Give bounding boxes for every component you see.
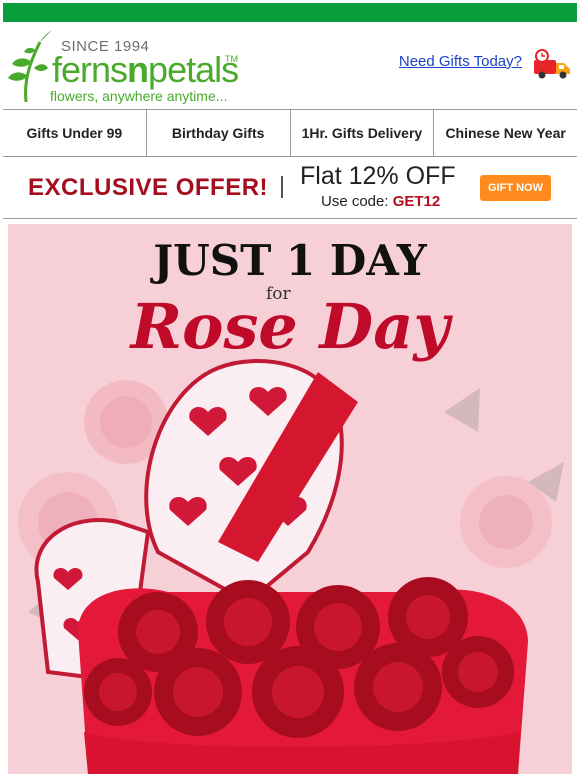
logo-tagline: flowers, anywhere anytime... (50, 88, 228, 104)
exclusive-offer-heading: EXCLUSIVE OFFER! (28, 174, 269, 201)
fernsnpetals-logo[interactable]: SINCE 1994 fernsnpetals TM flowers, anyw… (6, 28, 246, 104)
logo-wordmark: fernsnpetals (52, 49, 239, 90)
rose-day-banner[interactable]: JUST 1 DAY for Rose Day (8, 224, 572, 774)
logo-word-ferns: ferns (52, 49, 128, 90)
banner-headline: JUST 1 DAY (153, 236, 427, 285)
offer-code-value: GET12 (392, 193, 441, 210)
category-nav: Gifts Under 99 Birthday Gifts 1Hr. Gifts… (3, 109, 577, 157)
offer-strip: EXCLUSIVE OFFER! Flat 12% OFF Use code: … (3, 156, 577, 219)
gift-now-button[interactable]: GIFT NOW (480, 175, 551, 201)
delivery-truck-clock-icon[interactable] (532, 48, 572, 80)
nav-item-1hr-gifts-delivery[interactable]: 1Hr. Gifts Delivery (291, 110, 435, 156)
offer-divider (281, 176, 283, 198)
heart-box-roses-image (18, 359, 564, 774)
need-gifts-today-link[interactable]: Need Gifts Today? (399, 53, 522, 70)
top-accent-bar (3, 3, 577, 22)
offer-discount-text: Flat 12% OFF (300, 162, 456, 190)
nav-item-gifts-under-99[interactable]: Gifts Under 99 (3, 110, 147, 156)
fern-logo-icon (8, 30, 52, 103)
offer-code-prefix: Use code: (321, 193, 389, 210)
logo-trademark: TM (225, 54, 238, 64)
offer-code-line: Use code: GET12 (321, 193, 440, 210)
nav-item-birthday-gifts[interactable]: Birthday Gifts (147, 110, 291, 156)
email-header: SINCE 1994 fernsnpetals TM flowers, anyw… (0, 22, 580, 108)
nav-item-chinese-new-year[interactable]: Chinese New Year (434, 110, 577, 156)
logo-word-n: n (127, 49, 149, 90)
